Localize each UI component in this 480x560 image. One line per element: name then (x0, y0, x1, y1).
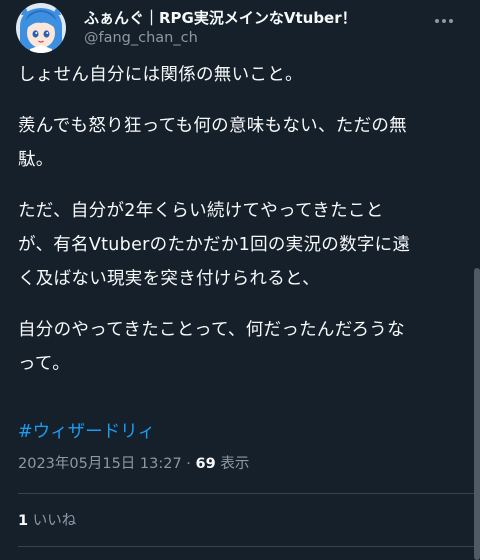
views-count: 69 (195, 456, 216, 472)
likes-link[interactable]: 1 いいね (18, 509, 76, 530)
tweet-text-line: ただ、自分が2年くらい続けてやってきたこと (18, 201, 384, 221)
tweet-text-line: 駄。 (18, 150, 54, 170)
tweet-text: しょせん自分には関係の無いこと。 羨んでも怒り狂っても何の意味もない、ただの無 … (18, 58, 468, 381)
tweet-meta: 2023年05月15日 13:27 · 69 表示 (18, 452, 249, 473)
tweet-text-line: 自分のやってきたことって、何だったんだろうな (18, 320, 405, 340)
avatar-illustration (16, 3, 66, 53)
more-horizontal-icon (435, 19, 439, 23)
more-options-button[interactable] (426, 8, 462, 34)
tweet-text-line: しょせん自分には関係の無いこと。 (18, 65, 303, 85)
divider (18, 493, 480, 494)
likes-label: いいね (28, 513, 77, 529)
timestamp-link[interactable]: 2023年05月15日 13:27 (18, 456, 182, 472)
hashtag-link[interactable]: #ウィザードリィ (18, 418, 155, 443)
likes-count: 1 (18, 513, 29, 529)
more-horizontal-icon (442, 19, 446, 23)
avatar[interactable] (16, 3, 66, 53)
more-horizontal-icon (449, 19, 453, 23)
tweet-text-line: 羨んでも怒り狂っても何の意味もない、ただの無 (18, 116, 407, 136)
tweet-text-line: が、有名Vtuberのたかだか1回の実況の数字に遠 (18, 235, 411, 255)
tweet-text-line: く及ばない現実を突き付けられると、 (18, 269, 320, 289)
tweet-header: ふぁんぐ｜RPG実況メインなVtuber！ @fang_chan_ch (0, 0, 480, 56)
views-label: 表示 (215, 456, 250, 472)
tweet-text-line: って。 (18, 354, 70, 374)
author-display-name[interactable]: ふぁんぐ｜RPG実況メインなVtuber！ (84, 7, 357, 28)
author-handle[interactable]: @fang_chan_ch (84, 30, 198, 46)
divider (18, 546, 480, 547)
scrollbar[interactable] (474, 268, 480, 560)
meta-separator: · (181, 456, 196, 472)
